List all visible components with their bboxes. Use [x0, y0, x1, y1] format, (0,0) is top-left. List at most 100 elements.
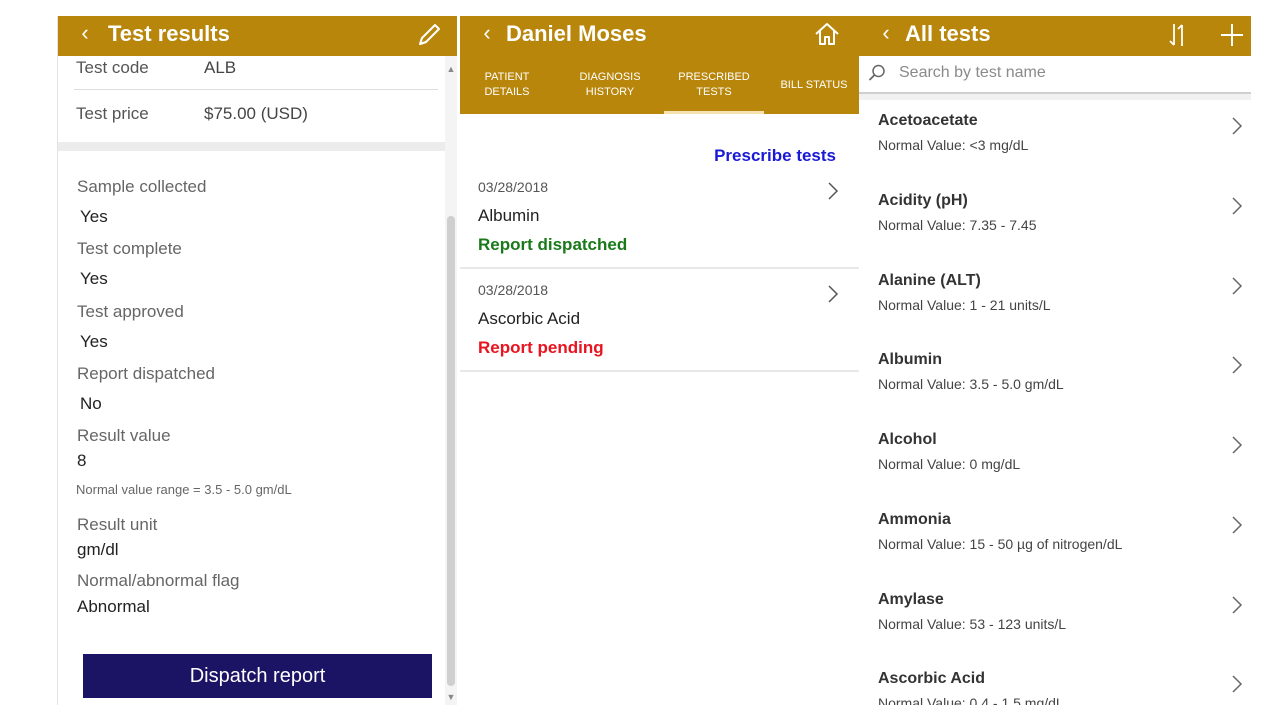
chevron-right-icon — [1232, 596, 1243, 614]
status-text: Report pending — [478, 338, 604, 357]
sort-icon[interactable] — [1163, 20, 1193, 50]
patient-header: ‹ Daniel Moses PATIENT DETAILS DIAGNOSIS… — [460, 16, 859, 114]
list-item[interactable]: Ammonia Normal Value: 15 - 50 µg of nitr… — [859, 499, 1251, 581]
list-item[interactable]: Alanine (ALT) Normal Value: 1 - 21 units… — [859, 260, 1251, 342]
chevron-right-icon — [1232, 516, 1243, 534]
tab-bill-status[interactable]: BILL STATUS — [772, 78, 856, 116]
plus-icon[interactable] — [1217, 20, 1247, 50]
tab-label: BILL STATUS — [780, 79, 848, 91]
test-results-header: ‹ Test results — [58, 16, 457, 56]
search-icon — [868, 64, 885, 81]
test-name: Albumin — [878, 351, 942, 368]
back-icon[interactable]: ‹ — [476, 16, 498, 52]
sample-collected-label: Sample collected — [77, 177, 207, 196]
pencil-icon[interactable] — [414, 20, 444, 50]
chevron-right-icon — [1232, 356, 1243, 374]
chevron-right-icon — [1232, 117, 1243, 135]
status-text: Report dispatched — [478, 235, 628, 254]
normal-value: Normal Value: 7.35 - 7.45 — [878, 217, 1037, 233]
divider — [460, 267, 859, 269]
tab-patient-details[interactable]: PATIENT DETAILS — [472, 70, 542, 108]
search-bar — [859, 56, 1251, 94]
patient-panel: ‹ Daniel Moses PATIENT DETAILS DIAGNOSIS… — [460, 16, 859, 705]
test-name: Ammonia — [878, 511, 951, 528]
result-unit-value: gm/dl — [77, 540, 119, 559]
back-icon[interactable]: ‹ — [74, 16, 96, 52]
scrollbar-thumb[interactable] — [447, 216, 455, 686]
normal-value: Normal Value: 0 mg/dL — [878, 456, 1021, 472]
test-name: Albumin — [478, 206, 540, 225]
chevron-right-icon — [1232, 197, 1243, 215]
patient-name: Daniel Moses — [506, 21, 647, 46]
result-value-label: Result value — [77, 426, 171, 445]
info-label: Test code — [76, 58, 149, 77]
dispatch-report-button[interactable]: Dispatch report — [83, 654, 432, 698]
sample-collected-value: Yes — [80, 207, 108, 226]
report-dispatched-value: No — [80, 394, 102, 413]
scroll-up-icon[interactable]: ▲ — [445, 64, 457, 74]
list-item[interactable]: Amylase Normal Value: 53 - 123 units/L — [859, 579, 1251, 661]
list-item[interactable]: Ascorbic Acid Normal Value: 0.4 - 1.5 mg… — [859, 658, 1251, 705]
test-name: Alanine (ALT) — [878, 272, 981, 289]
test-name: Ascorbic Acid — [478, 309, 581, 328]
back-icon[interactable]: ‹ — [875, 16, 897, 52]
list-item[interactable]: Acidity (pH) Normal Value: 7.35 - 7.45 — [859, 180, 1251, 262]
test-date: 03/28/2018 — [478, 179, 549, 195]
section-divider — [58, 142, 445, 151]
test-complete-label: Test complete — [77, 239, 182, 258]
prescribed-test-row[interactable]: 03/28/2018 Albumin Report dispatched — [460, 179, 859, 279]
normal-value: Normal Value: 15 - 50 µg of nitrogen/dL — [878, 536, 1123, 552]
normal-value: Normal Value: 1 - 21 units/L — [878, 297, 1051, 313]
test-name: Acetoacetate — [878, 112, 978, 129]
test-name: Alcohol — [878, 431, 937, 448]
prescribe-tests-link[interactable]: Prescribe tests — [714, 146, 836, 166]
normal-value: Normal Value: 53 - 123 units/L — [878, 616, 1067, 632]
test-name: Amylase — [878, 591, 944, 608]
list-item[interactable]: Acetoacetate Normal Value: <3 mg/dL — [859, 100, 1251, 182]
divider — [74, 89, 438, 90]
home-icon[interactable] — [812, 19, 842, 49]
test-date: 03/28/2018 — [478, 282, 549, 298]
list-item[interactable]: Albumin Normal Value: 3.5 - 5.0 gm/dL — [859, 339, 1251, 421]
tab-label: TESTS — [696, 86, 732, 98]
report-dispatched-label: Report dispatched — [77, 364, 215, 383]
chevron-right-icon — [1232, 436, 1243, 454]
divider — [460, 370, 859, 372]
tab-label: PATIENT — [484, 71, 530, 83]
chevron-right-icon — [1232, 277, 1243, 295]
test-approved-value: Yes — [80, 332, 108, 351]
active-tab-indicator — [664, 111, 764, 114]
chevron-right-icon — [828, 182, 839, 200]
all-tests-panel: ‹ All tests Acetoacetate Normal Value: <… — [859, 16, 1251, 705]
info-value: $75.00 (USD) — [204, 104, 308, 123]
scroll-down-icon[interactable]: ▼ — [445, 692, 457, 702]
list-item[interactable]: Alcohol Normal Value: 0 mg/dL — [859, 419, 1251, 501]
flag-label: Normal/abnormal flag — [77, 571, 240, 590]
tab-diagnosis-history[interactable]: DIAGNOSIS HISTORY — [568, 70, 652, 108]
result-unit-label: Result unit — [77, 515, 158, 534]
test-name: Acidity (pH) — [878, 192, 968, 209]
tab-prescribed-tests[interactable]: PRESCRIBED TESTS — [666, 70, 762, 108]
test-complete-value: Yes — [80, 269, 108, 288]
normal-range-note: Normal value range = 3.5 - 5.0 gm/dL — [76, 482, 292, 497]
chevron-right-icon — [828, 285, 839, 303]
tab-label: DIAGNOSIS — [579, 71, 641, 83]
all-tests-header: ‹ All tests — [859, 16, 1251, 56]
prescribed-test-row[interactable]: 03/28/2018 Ascorbic Acid Report pending — [460, 282, 859, 382]
info-value: ALB — [204, 58, 237, 77]
test-results-panel: ‹ Test results Test code ALB Test price … — [57, 16, 457, 705]
search-input[interactable] — [899, 60, 1239, 86]
chevron-right-icon — [1232, 675, 1243, 693]
flag-value: Abnormal — [77, 597, 150, 616]
normal-value: Normal Value: <3 mg/dL — [878, 137, 1029, 153]
page-title: All tests — [905, 21, 991, 46]
tab-label: HISTORY — [585, 86, 635, 98]
info-label: Test price — [76, 104, 149, 123]
test-approved-label: Test approved — [77, 302, 184, 321]
normal-value: Normal Value: 0.4 - 1.5 mg/dL — [878, 695, 1064, 705]
tab-label: PRESCRIBED — [678, 71, 750, 83]
page-title: Test results — [108, 21, 230, 46]
test-name: Ascorbic Acid — [878, 670, 985, 687]
tab-label: DETAILS — [484, 86, 530, 98]
normal-value: Normal Value: 3.5 - 5.0 gm/dL — [878, 376, 1064, 392]
